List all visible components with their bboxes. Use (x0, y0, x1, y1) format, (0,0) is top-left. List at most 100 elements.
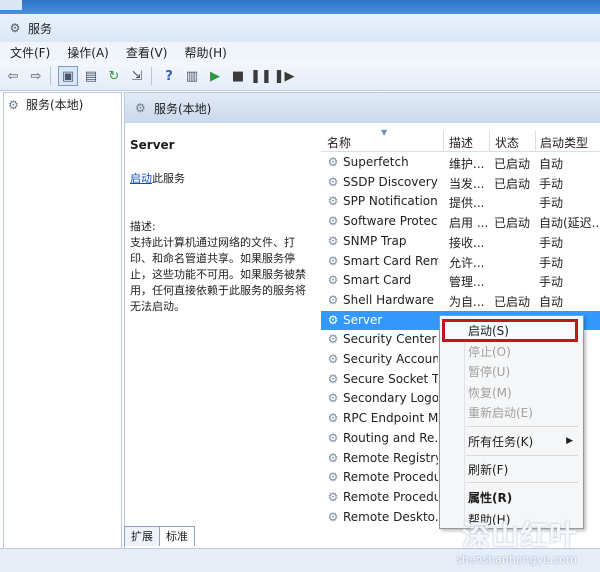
start-line: 启动此服务 (130, 171, 185, 187)
service-desc-cell: 为自... (449, 294, 485, 309)
service-type-cell: 手动 (539, 235, 564, 250)
service-gear-icon: ⚙ (327, 430, 339, 445)
menu-item-properties[interactable]: 属性(R) (468, 489, 578, 506)
service-name: Server (130, 138, 175, 152)
service-gear-icon: ⚙ (327, 273, 339, 288)
sort-arrow-icon: ▼ (381, 128, 388, 137)
menu-icon-column (464, 318, 465, 526)
service-type-cell: 手动 (539, 275, 564, 290)
menu-item-stop[interactable]: 停止(O) (468, 343, 578, 360)
tab-extended[interactable]: 扩展 (124, 526, 160, 546)
service-desc-cell: 启用 ... (449, 216, 487, 231)
column-startup-type[interactable]: 启动类型 (540, 134, 588, 151)
restart-icon[interactable]: ❚▶ (274, 66, 295, 86)
service-gear-icon: ⚙ (327, 352, 339, 366)
watermark: 深山红叶 shenshanhongye.com (454, 519, 600, 571)
services-gear-icon: ⚙ (8, 97, 19, 112)
service-gear-icon: ⚙ (327, 174, 339, 189)
start-service-link[interactable]: 启动 (130, 172, 152, 185)
service-name-cell: Security Center (343, 332, 437, 347)
menu-help[interactable]: 帮助(H) (174, 44, 233, 61)
menu-file[interactable]: 文件(F) (0, 44, 57, 61)
service-type-cell: 自动 (539, 294, 564, 309)
service-name-cell: Remote Deskto... (343, 509, 438, 524)
column-divider[interactable] (443, 131, 444, 151)
column-status[interactable]: 状态 (495, 134, 519, 151)
menu-separator (466, 455, 578, 456)
menu-separator (466, 482, 578, 483)
service-desc-cell: 维护... (449, 157, 485, 171)
pane-header: ⚙ 服务(本地) (125, 93, 600, 123)
service-name-cell: Remote Procedu... (343, 489, 438, 504)
start-line-suffix: 此服务 (152, 172, 185, 185)
tree-item-services-local[interactable]: ⚙ 服务(本地) (8, 96, 83, 113)
service-name-cell: Smart Card (343, 273, 412, 288)
service-name-cell: Routing and Re... (343, 430, 438, 445)
menu-item-restart[interactable]: 重新启动(E) (468, 404, 578, 421)
service-row[interactable]: ⚙ SPP Notification ... 提供... 手动 (321, 192, 600, 212)
service-description-panel: Server 启动此服务 描述: 支持此计算机通过网络的文件、打印、和命名管道共… (130, 137, 315, 313)
toolbar-separator (151, 67, 152, 85)
back-icon[interactable]: ⇦ (3, 66, 23, 86)
service-gear-icon: ⚙ (327, 450, 339, 465)
menu-view[interactable]: 查看(V) (116, 44, 175, 61)
pane-header-title: 服务(本地) (154, 101, 212, 116)
menu-action[interactable]: 操作(A) (57, 44, 116, 61)
service-gear-icon: ⚙ (327, 371, 339, 386)
column-name[interactable]: 名称 (327, 134, 351, 151)
service-desc-cell: 提供... (449, 196, 485, 211)
service-name-cell: SPP Notification ... (343, 194, 438, 209)
watermark-logo-text: 深山红叶 (462, 519, 579, 552)
service-desc-cell: 当发... (449, 176, 485, 191)
console-tree-icon[interactable]: ▣ (58, 66, 78, 86)
title-bar: ⚙ 服务 (0, 14, 600, 42)
submenu-arrow-icon: ▶ (566, 436, 573, 446)
stop-icon[interactable]: ■ (228, 66, 248, 86)
service-gear-icon: ⚙ (327, 214, 339, 229)
tab-standard[interactable]: 标准 (159, 526, 195, 546)
properties-pane-icon[interactable]: ▤ (81, 66, 101, 86)
service-type-cell: 手动 (539, 196, 564, 211)
menu-item-pause[interactable]: 暂停(U) (468, 363, 578, 380)
column-description[interactable]: 描述 (449, 134, 473, 151)
service-name-cell: Server (343, 312, 383, 327)
menu-bar: 文件(F) 操作(A) 查看(V) 帮助(H) (0, 42, 600, 62)
service-gear-icon: ⚙ (327, 332, 339, 347)
service-row[interactable]: ⚙ Smart Card 管理... 手动 (321, 271, 600, 291)
menu-item-all-tasks[interactable]: 所有任务(K) (468, 433, 578, 450)
menu-item-start[interactable]: 启动(S) (468, 322, 578, 339)
service-row[interactable]: ⚙ SSDP Discovery 当发... 已启动 手动 (321, 173, 600, 193)
service-gear-icon: ⚙ (327, 509, 339, 524)
menu-item-refresh[interactable]: 刷新(F) (468, 461, 578, 478)
service-row[interactable]: ⚙ SNMP Trap 接收... 手动 (321, 232, 600, 252)
play-icon[interactable]: ▶ (205, 66, 225, 86)
service-row[interactable]: ⚙ Superfetch 维护... 已启动 自动 (321, 153, 600, 173)
help-icon[interactable]: ? (159, 66, 179, 86)
window-top-edge (0, 0, 600, 14)
refresh-icon[interactable]: ↻ (104, 66, 124, 86)
column-divider[interactable] (535, 131, 536, 151)
service-status-cell: 已启动 (494, 176, 531, 191)
service-row[interactable]: ⚙ Smart Card Rem... 允许... 手动 (321, 252, 600, 272)
services-gear-icon: ⚙ (135, 101, 146, 115)
service-name-cell: Smart Card Rem... (343, 253, 438, 268)
service-type-cell: 手动 (539, 255, 564, 270)
show-hide-icon[interactable]: ▥ (182, 66, 202, 86)
service-name-cell: Security Account... (343, 352, 438, 366)
service-gear-icon: ⚙ (327, 391, 339, 406)
services-gear-icon: ⚙ (9, 21, 21, 35)
service-name-cell: SSDP Discovery (343, 174, 438, 189)
service-name-cell: SNMP Trap (343, 233, 407, 248)
pause-icon[interactable]: ❚❚ (250, 66, 272, 86)
service-row[interactable]: ⚙ Software Protect... 启用 ... 已启动自动(延迟... (321, 212, 600, 232)
export-icon[interactable]: ⇲ (127, 66, 147, 86)
service-gear-icon: ⚙ (327, 233, 339, 248)
list-header: ▼ 名称 描述 状态 启动类型 (321, 128, 600, 152)
forward-icon[interactable]: ⇨ (26, 66, 46, 86)
column-divider[interactable] (489, 131, 490, 151)
menu-item-resume[interactable]: 恢复(M) (468, 384, 578, 401)
service-type-cell: 自动(延迟... (539, 216, 599, 231)
service-desc-cell: 接收... (449, 235, 485, 250)
service-row[interactable]: ⚙ Shell Hardware ... 为自... 已启动自动 (321, 291, 600, 311)
service-name-cell: Secure Socket T... (343, 371, 438, 386)
